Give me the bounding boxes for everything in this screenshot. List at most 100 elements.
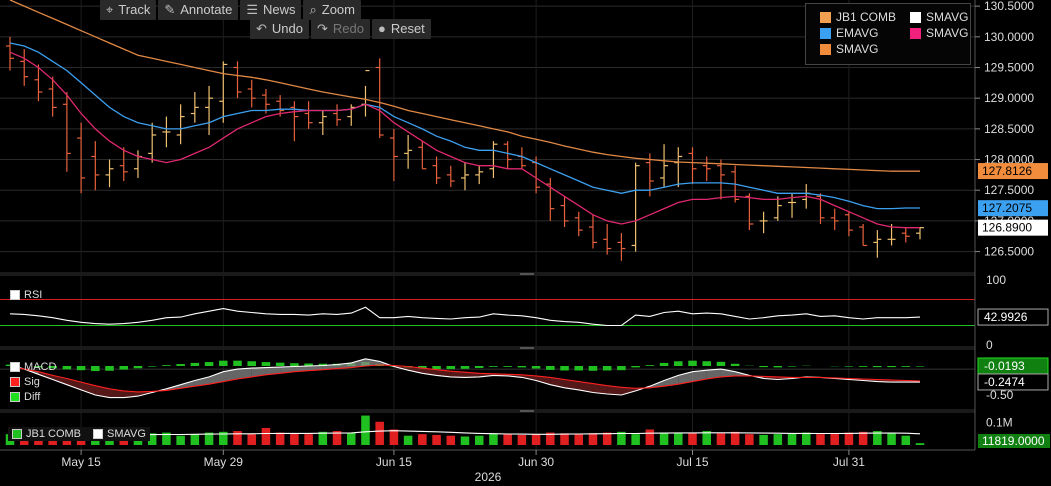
volume-bar[interactable] bbox=[688, 432, 697, 445]
macd-histogram-bar[interactable] bbox=[645, 365, 655, 366]
volume-bar[interactable] bbox=[418, 434, 427, 445]
chart-canvas[interactable]: 126.5000127.0000127.5000128.0000128.5000… bbox=[0, 0, 1051, 486]
macd-histogram-bar[interactable] bbox=[105, 366, 114, 371]
macd-histogram-bar[interactable] bbox=[176, 364, 185, 366]
ohlc-bar[interactable] bbox=[560, 196, 569, 228]
legend-item-jb1-comb[interactable]: JB1 COMB bbox=[820, 10, 896, 24]
macd-histogram-bar[interactable] bbox=[915, 366, 925, 367]
volume-bar[interactable] bbox=[730, 431, 740, 445]
macd-histogram-bar[interactable] bbox=[290, 363, 299, 366]
volume-bar[interactable] bbox=[631, 434, 640, 445]
volume-bar[interactable] bbox=[361, 415, 370, 445]
ohlc-bar[interactable] bbox=[290, 101, 299, 142]
volume-bar[interactable] bbox=[716, 433, 726, 445]
volume-bar[interactable] bbox=[531, 434, 541, 445]
ohlc-bar[interactable] bbox=[631, 162, 640, 252]
macd-histogram-bar[interactable] bbox=[716, 361, 726, 366]
volume-bar[interactable] bbox=[460, 436, 470, 445]
macd-histogram-bar[interactable] bbox=[62, 366, 72, 370]
macd-histogram-bar[interactable] bbox=[190, 362, 200, 366]
price-panel[interactable] bbox=[6, 0, 924, 261]
ohlc-bar[interactable] bbox=[816, 193, 825, 224]
macd-histogram-bar[interactable] bbox=[873, 366, 882, 368]
volume-bar[interactable] bbox=[389, 429, 399, 446]
ohlc-bar[interactable] bbox=[446, 165, 455, 188]
legend-item-smavg-white[interactable]: SMAVG bbox=[910, 10, 968, 24]
ohlc-bar[interactable] bbox=[119, 147, 128, 182]
ohlc-bar[interactable] bbox=[404, 135, 413, 169]
zoom-button[interactable]: ⌕ Zoom bbox=[303, 0, 361, 20]
volume-bar[interactable] bbox=[432, 434, 441, 445]
macd-histogram-bar[interactable] bbox=[275, 362, 285, 366]
volume-bar[interactable] bbox=[574, 434, 584, 445]
ohlc-bar[interactable] bbox=[418, 141, 427, 170]
macd-histogram-bar[interactable] bbox=[674, 361, 683, 366]
macd-histogram-bar[interactable] bbox=[76, 366, 86, 371]
macd-histogram-bar[interactable] bbox=[460, 366, 470, 369]
macd-histogram-bar[interactable] bbox=[631, 366, 640, 368]
macd-histogram-bar[interactable] bbox=[531, 366, 541, 369]
ohlc-bar[interactable] bbox=[873, 230, 882, 258]
macd-histogram-bar[interactable] bbox=[730, 363, 740, 366]
ohlc-bar[interactable] bbox=[247, 79, 256, 108]
volume-bar[interactable] bbox=[915, 443, 925, 445]
macd-histogram-bar[interactable] bbox=[759, 366, 768, 368]
volume-bar[interactable] bbox=[901, 435, 911, 445]
volume-bar[interactable] bbox=[745, 434, 754, 445]
macd-histogram-bar[interactable] bbox=[503, 366, 512, 367]
undo-button[interactable]: ↶ Undo bbox=[250, 19, 309, 39]
volume-bar[interactable] bbox=[318, 431, 328, 445]
macd-histogram-bar[interactable] bbox=[901, 366, 911, 367]
volume-bar[interactable] bbox=[759, 434, 768, 445]
sma-long-line[interactable] bbox=[9, 0, 920, 172]
ohlc-bar[interactable] bbox=[716, 159, 725, 200]
volume-bar[interactable] bbox=[261, 427, 271, 445]
ohlc-bar[interactable] bbox=[176, 104, 185, 145]
ohlc-bar[interactable] bbox=[105, 159, 114, 188]
macd-histogram-bar[interactable] bbox=[474, 366, 484, 368]
volume-bar[interactable] bbox=[844, 432, 854, 445]
macd-histogram-bar[interactable] bbox=[119, 366, 129, 370]
sma-short-line[interactable] bbox=[9, 51, 920, 229]
volume-bar[interactable] bbox=[176, 435, 185, 445]
ohlc-bar[interactable] bbox=[133, 150, 142, 178]
volume-bar[interactable] bbox=[446, 435, 456, 445]
track-button[interactable]: ⌖ Track bbox=[100, 0, 157, 20]
macd-histogram-bar[interactable] bbox=[688, 360, 697, 366]
volume-bar[interactable] bbox=[858, 431, 868, 445]
volume-bar[interactable] bbox=[346, 432, 356, 445]
macd-histogram-bar[interactable] bbox=[147, 366, 157, 367]
ohlc-bar[interactable] bbox=[432, 156, 441, 185]
macd-histogram-bar[interactable] bbox=[204, 362, 214, 366]
ohlc-bar[interactable] bbox=[205, 85, 214, 135]
legend-item-smavg-pink[interactable]: SMAVG bbox=[910, 26, 968, 40]
macd-histogram-bar[interactable] bbox=[844, 366, 854, 367]
volume-bar[interactable] bbox=[659, 432, 669, 445]
volume-bar[interactable] bbox=[830, 433, 839, 445]
ohlc-bar[interactable] bbox=[77, 122, 86, 194]
ohlc-bar[interactable] bbox=[162, 116, 171, 148]
macd-histogram-bar[interactable] bbox=[517, 366, 527, 368]
volume-bar[interactable] bbox=[304, 434, 313, 445]
legend-item-smavg-orange[interactable]: SMAVG bbox=[820, 42, 878, 56]
volume-bar[interactable] bbox=[275, 432, 285, 445]
macd-histogram-bar[interactable] bbox=[887, 366, 896, 368]
ohlc-bar[interactable] bbox=[347, 104, 356, 126]
ohlc-bar[interactable] bbox=[361, 69, 370, 117]
volume-bar[interactable] bbox=[560, 433, 569, 445]
macd-histogram-bar[interactable] bbox=[162, 365, 171, 366]
macd-histogram-bar[interactable] bbox=[432, 366, 441, 370]
macd-histogram-bar[interactable] bbox=[546, 366, 555, 370]
volume-bar[interactable] bbox=[645, 429, 655, 446]
ohlc-bar[interactable] bbox=[333, 104, 342, 126]
volume-bar[interactable] bbox=[773, 434, 783, 445]
volume-bar[interactable] bbox=[503, 434, 512, 445]
ohlc-bar[interactable] bbox=[916, 227, 924, 240]
ohlc-bar[interactable] bbox=[475, 165, 484, 185]
ohlc-bar[interactable] bbox=[830, 208, 839, 231]
volume-bar[interactable] bbox=[588, 433, 598, 445]
ohlc-bar[interactable] bbox=[190, 92, 199, 123]
rsi-line[interactable] bbox=[9, 306, 921, 327]
ohlc-bar[interactable] bbox=[617, 233, 626, 261]
volume-bar[interactable] bbox=[816, 434, 825, 445]
